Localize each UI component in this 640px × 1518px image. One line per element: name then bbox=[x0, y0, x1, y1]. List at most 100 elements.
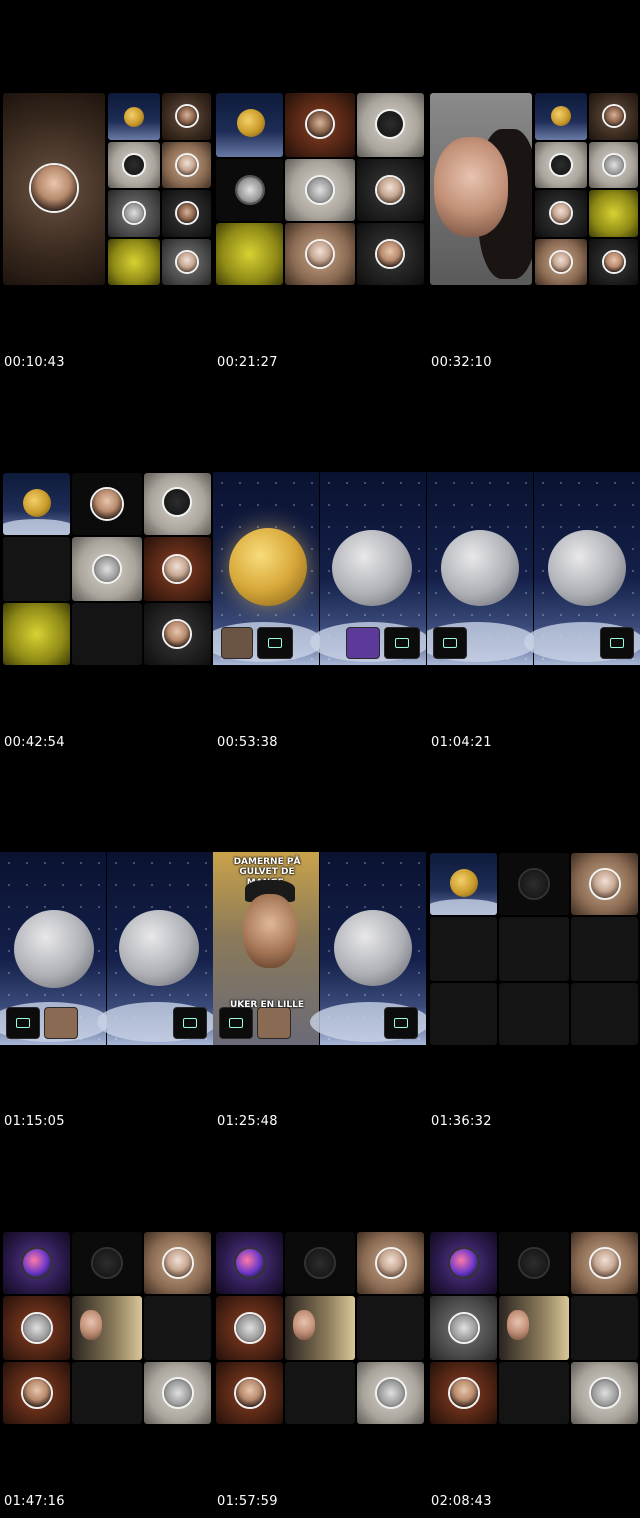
participant-tile bbox=[162, 142, 211, 188]
participant-tile bbox=[144, 537, 211, 601]
avatar bbox=[549, 250, 573, 274]
video-frame-4[interactable] bbox=[0, 472, 213, 665]
moon-icon bbox=[551, 106, 571, 126]
participant-tile bbox=[216, 1362, 283, 1424]
participant-tile bbox=[285, 223, 355, 285]
participant-tile bbox=[144, 1232, 211, 1294]
empty-tile bbox=[499, 917, 569, 981]
participant-tile bbox=[285, 159, 355, 221]
video-frame-2[interactable] bbox=[213, 92, 426, 285]
participant-tile bbox=[285, 1296, 355, 1360]
video-frame-11[interactable] bbox=[213, 1231, 426, 1424]
night-sky bbox=[0, 852, 110, 1045]
avatar bbox=[602, 250, 626, 274]
participant-tile bbox=[144, 1362, 211, 1424]
avatar bbox=[122, 201, 146, 225]
empty-tile bbox=[144, 1296, 211, 1360]
avatar bbox=[375, 109, 405, 139]
video-frame-12[interactable] bbox=[427, 1231, 640, 1424]
participant-tile bbox=[589, 190, 638, 237]
participant-tile bbox=[3, 1232, 70, 1294]
participant-tile bbox=[357, 1362, 424, 1424]
participant-tile bbox=[108, 142, 160, 188]
participant-tile bbox=[72, 473, 142, 535]
participant-tile bbox=[72, 1232, 142, 1294]
avatar bbox=[21, 1377, 53, 1409]
avatar bbox=[518, 1247, 550, 1279]
video-frame-9[interactable] bbox=[427, 852, 640, 1045]
avatar bbox=[375, 1247, 407, 1279]
participant-thumbnail bbox=[433, 627, 467, 659]
avatar bbox=[234, 1312, 266, 1344]
avatar bbox=[234, 1377, 266, 1409]
moon-graphic bbox=[548, 530, 626, 606]
participant-tile bbox=[499, 1296, 569, 1360]
timestamp: 01:15:05 bbox=[4, 1114, 65, 1129]
participant-thumbnail bbox=[384, 1007, 418, 1039]
moon-tile bbox=[430, 853, 497, 915]
participant-tile bbox=[216, 1296, 283, 1360]
person-face bbox=[80, 1310, 102, 1340]
video-frame-10[interactable] bbox=[0, 1231, 213, 1424]
avatar bbox=[21, 1312, 53, 1344]
avatar bbox=[162, 1247, 194, 1279]
participant-tile bbox=[108, 190, 160, 237]
participant-thumbnail bbox=[257, 1007, 291, 1039]
avatar bbox=[175, 250, 199, 274]
participant-tile bbox=[499, 853, 569, 915]
avatar bbox=[549, 201, 573, 225]
night-sky bbox=[97, 852, 213, 1045]
avatar bbox=[375, 1377, 407, 1409]
avatar bbox=[235, 175, 265, 205]
avatar bbox=[162, 619, 192, 649]
night-sky bbox=[310, 852, 426, 1045]
avatar bbox=[549, 153, 573, 177]
participant-tile bbox=[72, 1296, 142, 1360]
video-frame-7[interactable] bbox=[0, 852, 213, 1045]
participant-thumbnail bbox=[600, 627, 634, 659]
participant-tile bbox=[216, 1232, 283, 1294]
video-frame-8[interactable]: DAMERNE PÅ GULVET DE MANGE. UKER EN LILL… bbox=[213, 852, 426, 1045]
participant-thumbnail bbox=[6, 1007, 40, 1039]
avatar bbox=[448, 1377, 480, 1409]
avatar bbox=[602, 153, 626, 177]
moon-tile bbox=[3, 473, 70, 535]
empty-tile bbox=[357, 1296, 424, 1360]
timestamp: 00:32:10 bbox=[431, 355, 492, 370]
moon-graphic bbox=[119, 910, 199, 986]
moon-graphic bbox=[441, 530, 519, 606]
video-frame-5[interactable] bbox=[213, 472, 426, 665]
participant-tile bbox=[571, 853, 638, 915]
empty-tile bbox=[3, 537, 70, 601]
avatar bbox=[234, 1247, 266, 1279]
participant-thumbnail bbox=[221, 627, 253, 659]
person-face bbox=[434, 137, 508, 237]
moon-icon bbox=[450, 869, 478, 897]
participant-tile bbox=[162, 239, 211, 285]
video-frame-3[interactable] bbox=[427, 92, 640, 285]
cloud bbox=[3, 519, 70, 535]
participant-tile bbox=[3, 603, 70, 665]
moon-tile bbox=[535, 93, 587, 140]
moon-graphic bbox=[334, 910, 412, 986]
avatar bbox=[305, 239, 335, 269]
moon-graphic bbox=[229, 528, 307, 606]
avatar bbox=[375, 175, 405, 205]
participant-tile bbox=[571, 1232, 638, 1294]
timestamp: 00:10:43 bbox=[4, 355, 65, 370]
participant-tile bbox=[357, 93, 424, 157]
tiktok-video-tile: DAMERNE PÅ GULVET DE MANGE. UKER EN LILL… bbox=[213, 852, 319, 1045]
main-video-tile bbox=[430, 93, 532, 285]
video-frame-1[interactable] bbox=[0, 92, 213, 285]
video-frame-6[interactable] bbox=[427, 472, 640, 665]
avatar bbox=[90, 487, 124, 521]
participant-tile bbox=[589, 239, 638, 285]
participant-tile bbox=[216, 159, 283, 221]
empty-tile bbox=[72, 603, 142, 665]
participant-tile bbox=[285, 1232, 355, 1294]
moon-icon bbox=[124, 107, 144, 127]
moon-icon bbox=[23, 489, 51, 517]
participant-thumbnail bbox=[173, 1007, 207, 1039]
participant-tile bbox=[430, 1232, 497, 1294]
avatar bbox=[175, 153, 199, 177]
